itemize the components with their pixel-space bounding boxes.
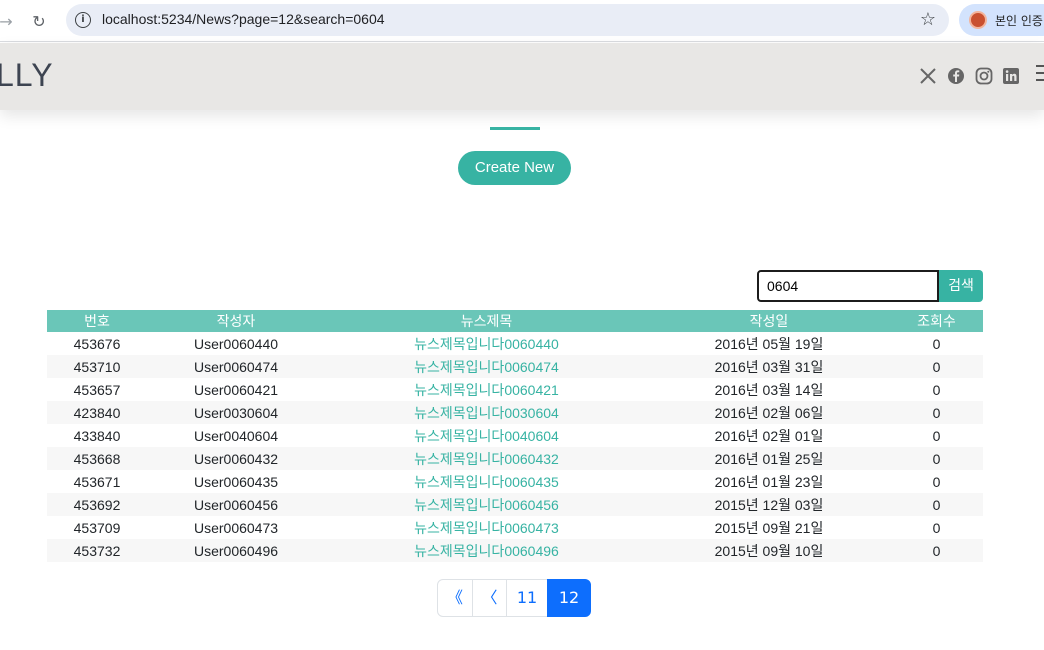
row-writer: User0030604: [147, 401, 325, 424]
row-title-link[interactable]: 뉴스제목입니다0060432: [325, 447, 648, 470]
row-writer: User0060456: [147, 493, 325, 516]
row-views: 0: [932, 473, 941, 490]
facebook-icon[interactable]: [947, 67, 965, 85]
row-views: 0: [932, 427, 941, 444]
column-header-title: 뉴스제목: [325, 310, 648, 332]
brand-logo-text[interactable]: LLY: [0, 57, 54, 94]
pagination: 《 〈 11 12: [437, 579, 591, 617]
row-date: 2016년 01월 25일: [648, 447, 890, 470]
table-row: 453676 User0060440 뉴스제목입니다0060440 2016년 …: [47, 332, 983, 355]
column-header-date: 작성일: [648, 310, 890, 332]
row-writer: User0060474: [147, 355, 325, 378]
create-new-button[interactable]: Create New: [458, 151, 571, 185]
row-number: 453709: [73, 519, 121, 536]
row-title-link[interactable]: 뉴스제목입니다0060421: [325, 378, 648, 401]
news-table: 번호 작성자 뉴스제목 작성일 조회수 453676 User0060440 뉴…: [47, 310, 983, 562]
row-number: 453668: [47, 447, 147, 470]
row-number: 433840: [73, 427, 121, 444]
row-writer: User0060496: [147, 539, 325, 562]
row-writer: User0060440: [193, 335, 279, 352]
search-input[interactable]: [757, 270, 939, 302]
table-header-row: 번호 작성자 뉴스제목 작성일 조회수: [47, 310, 983, 332]
row-title-link[interactable]: 뉴스제목입니다0030604: [325, 401, 648, 424]
row-views: 0: [890, 493, 983, 516]
row-date: 2016년 02월 06일: [648, 401, 890, 424]
row-date: 2015년 09월 21일: [714, 519, 824, 536]
row-date: 2016년 03월 31일: [648, 355, 890, 378]
row-number: 423840: [47, 401, 147, 424]
column-header-views: 조회수: [890, 310, 983, 332]
x-twitter-icon[interactable]: [919, 67, 937, 85]
row-title-link[interactable]: 뉴스제목입니다0060473: [325, 516, 648, 539]
row-views: 0: [890, 539, 983, 562]
row-date: 2015년 12월 03일: [648, 493, 890, 516]
site-info-icon[interactable]: i: [75, 12, 91, 28]
table-row: 453671 User0060435 뉴스제목입니다0060435 2016년 …: [47, 470, 983, 493]
profile-label: 본인 인증: [995, 14, 1043, 28]
row-number: 453676: [73, 335, 121, 352]
row-title-link[interactable]: 뉴스제목입니다0060474: [325, 355, 648, 378]
row-number: 453732: [47, 539, 147, 562]
table-row: 453709 User0060473 뉴스제목입니다0060473 2015년 …: [47, 516, 983, 539]
row-title-link[interactable]: 뉴스제목입니다0060496: [325, 539, 648, 562]
column-header-writer: 작성자: [147, 310, 325, 332]
table-row: 423840 User0030604 뉴스제목입니다0030604 2016년 …: [47, 401, 983, 424]
row-writer: User0060432: [147, 447, 325, 470]
row-number: 453710: [47, 355, 147, 378]
url-text[interactable]: localhost:5234/News?page=12&search=0604: [102, 11, 385, 27]
reload-icon[interactable]: ↻: [27, 9, 51, 33]
row-writer: User0060421: [193, 381, 279, 398]
row-date: 2016년 03월 14일: [714, 381, 824, 398]
row-date: 2015년 09월 10일: [648, 539, 890, 562]
row-number: 453657: [73, 381, 121, 398]
row-title-link[interactable]: 뉴스제목입니다0060440: [325, 332, 648, 355]
section-title-underline: [490, 127, 540, 130]
bookmark-star-icon[interactable]: ☆: [920, 9, 936, 30]
row-views: 0: [890, 401, 983, 424]
row-writer: User0060435: [193, 473, 279, 490]
profile-avatar: [969, 11, 987, 29]
table-row: 453710 User0060474 뉴스제목입니다0060474 2016년 …: [47, 355, 983, 378]
row-date: 2016년 02월 01일: [714, 427, 824, 444]
address-bar[interactable]: i localhost:5234/News?page=12&search=060…: [66, 4, 949, 36]
linkedin-icon[interactable]: [1002, 67, 1020, 85]
search-button[interactable]: 검색: [939, 270, 983, 302]
forward-arrow-icon[interactable]: →: [0, 9, 18, 33]
browser-toolbar: → ↻ i localhost:5234/News?page=12&search…: [0, 0, 1044, 42]
row-number: 453671: [73, 473, 121, 490]
row-title-link[interactable]: 뉴스제목입니다0040604: [325, 424, 648, 447]
row-writer: User0040604: [193, 427, 279, 444]
instagram-icon[interactable]: [975, 67, 993, 85]
profile-chip[interactable]: 본인 인증: [959, 4, 1044, 36]
row-title-link[interactable]: 뉴스제목입니다0060456: [325, 493, 648, 516]
page-12-button-active[interactable]: 12: [547, 579, 591, 617]
row-title-link[interactable]: 뉴스제목입니다0060435: [325, 470, 648, 493]
table-row: 453657 User0060421 뉴스제목입니다0060421 2016년 …: [47, 378, 983, 401]
site-header: LLY: [0, 43, 1044, 110]
row-views: 0: [932, 335, 941, 352]
page-11-button[interactable]: 11: [506, 579, 548, 617]
row-views: 0: [890, 355, 983, 378]
row-date: 2016년 01월 23일: [714, 473, 824, 490]
row-date: 2016년 05월 19일: [714, 335, 824, 352]
row-number: 453692: [47, 493, 147, 516]
row-writer: User0060473: [193, 519, 279, 536]
hamburger-menu-icon[interactable]: [1036, 65, 1044, 83]
row-views: 0: [932, 381, 941, 398]
table-row: 453692 User0060456 뉴스제목입니다0060456 2015년 …: [47, 493, 983, 516]
column-header-number: 번호: [47, 310, 147, 332]
table-row: 433840 User0040604 뉴스제목입니다0040604 2016년 …: [47, 424, 983, 447]
row-views: 0: [932, 519, 941, 536]
table-row: 453668 User0060432 뉴스제목입니다0060432 2016년 …: [47, 447, 983, 470]
row-views: 0: [890, 447, 983, 470]
previous-page-button[interactable]: 〈: [472, 579, 507, 617]
first-page-button[interactable]: 《: [437, 579, 473, 617]
table-row: 453732 User0060496 뉴스제목입니다0060496 2015년 …: [47, 539, 983, 562]
